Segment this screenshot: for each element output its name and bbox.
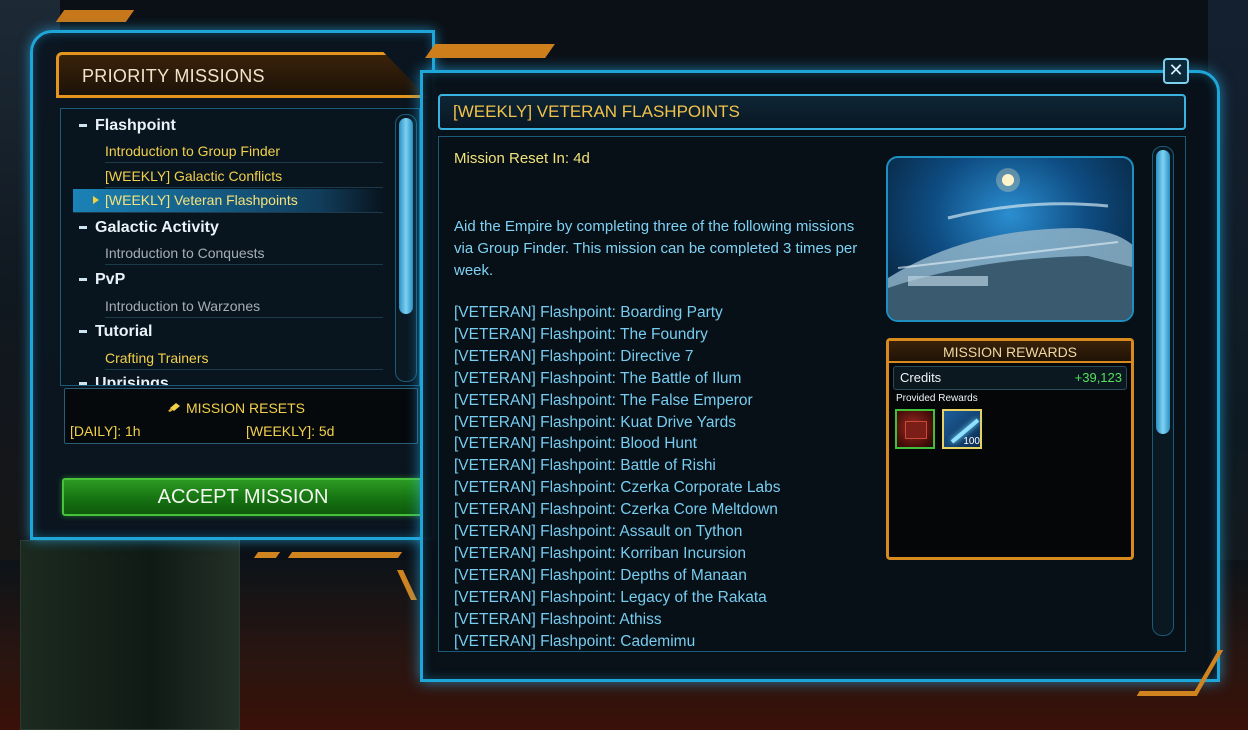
collapse-icon	[79, 278, 87, 282]
mission-item-veteran-flashpoints[interactable]: [WEEKLY] Veteran Flashpoints	[73, 189, 383, 213]
category-pvp[interactable]: PvP	[79, 271, 125, 289]
credits-value: +39,123	[1074, 370, 1122, 385]
crate-icon[interactable]	[895, 409, 935, 449]
category-flashpoint[interactable]: Flashpoint	[79, 117, 176, 135]
close-button[interactable]: ✕	[1163, 58, 1189, 84]
flashpoint-list-item: [VETERAN] Flashpoint: Cademimu	[454, 632, 696, 650]
flashpoint-list-item: [VETERAN] Flashpoint: The Foundry	[454, 325, 708, 343]
mission-item-galactic-conflicts[interactable]: [WEEKLY] Galactic Conflicts	[105, 168, 383, 188]
weekly-reset-timer: [WEEKLY]: 5d	[246, 423, 335, 439]
flashpoint-list-item: [VETERAN] Flashpoint: Directive 7	[454, 347, 694, 365]
collapse-icon	[79, 124, 87, 128]
crate-shape	[905, 421, 927, 439]
flashpoint-list-item: [VETERAN] Flashpoint: Boarding Party	[454, 304, 723, 321]
mission-item-intro-conquests[interactable]: Introduction to Conquests	[105, 245, 383, 265]
mission-rewards-title: MISSION REWARDS	[889, 341, 1131, 363]
mission-list[interactable]: Flashpoint Introduction to Group Finder …	[60, 108, 420, 386]
mission-item-intro-warzones[interactable]: Introduction to Warzones	[105, 298, 383, 318]
mission-title: [WEEKLY] VETERAN FLASHPOINTS	[453, 102, 740, 121]
category-galactic-activity[interactable]: Galactic Activity	[79, 219, 219, 237]
mission-reset-timer: Mission Reset In: 4d	[454, 150, 590, 167]
flashpoint-list-item: [VETERAN] Flashpoint: The False Emperor	[454, 391, 753, 409]
flashpoint-list-item: [VETERAN] Flashpoint: Athiss	[454, 610, 662, 628]
mission-list-scroll-thumb[interactable]	[399, 118, 413, 314]
starship-illustration	[888, 168, 1132, 320]
flashpoint-list: [VETERAN] Flashpoint: Boarding Party [VE…	[454, 302, 874, 653]
frame-decoration	[253, 552, 281, 558]
frame-decoration	[287, 552, 403, 558]
accept-mission-button[interactable]: ACCEPT MISSION	[62, 478, 424, 516]
frame-decoration	[425, 44, 555, 58]
flashpoint-list-item: [VETERAN] Flashpoint: Blood Hunt	[454, 435, 697, 453]
daily-reset-timer: [DAILY]: 1h	[70, 423, 141, 439]
collapse-icon	[79, 330, 87, 334]
flashpoint-list-item: [VETERAN] Flashpoint: Korriban Incursion	[454, 544, 747, 562]
mission-item-crafting-trainers[interactable]: Crafting Trainers	[105, 350, 383, 370]
description-scroll-thumb[interactable]	[1156, 150, 1170, 434]
flashpoint-list-item: [VETERAN] Flashpoint: Czerka Corporate L…	[454, 479, 781, 497]
mission-resets-title: MISSION RESETS	[186, 400, 306, 416]
provided-rewards-label: Provided Rewards	[896, 393, 978, 404]
mission-image	[886, 156, 1134, 322]
priority-missions-title: PRIORITY MISSIONS	[82, 66, 265, 86]
category-uprisings[interactable]: Uprisings	[79, 375, 169, 385]
flashpoint-list-item: [VETERAN] Flashpoint: Czerka Core Meltdo…	[454, 501, 778, 519]
reward-quantity: 100	[963, 436, 980, 447]
flashpoint-list-item: [VETERAN] Flashpoint: Kuat Drive Yards	[454, 413, 736, 431]
frame-decoration	[55, 10, 135, 22]
category-tutorial[interactable]: Tutorial	[79, 323, 152, 341]
flashpoint-list-item: [VETERAN] Flashpoint: Assault on Tython	[454, 523, 743, 541]
flashpoint-list-item: [VETERAN] Flashpoint: Legacy of the Raka…	[454, 588, 767, 606]
mission-item-intro-group-finder[interactable]: Introduction to Group Finder	[105, 143, 383, 163]
ticket-icon	[168, 403, 180, 412]
flashpoint-list-item: [VETERAN] Flashpoint: Battle of Rishi	[454, 457, 716, 475]
close-icon: ✕	[1168, 60, 1184, 81]
collapse-icon	[79, 226, 87, 230]
flashpoint-list-item: [VETERAN] Flashpoint: The Battle of Ilum	[454, 369, 742, 387]
flashpoint-list-item: [VETERAN] Flashpoint: Depths of Manaan	[454, 566, 747, 584]
collapse-icon	[79, 382, 87, 385]
background-machinery	[20, 540, 240, 730]
selected-arrow-icon	[93, 196, 99, 204]
credits-label: Credits	[900, 370, 942, 385]
mission-description: Aid the Empire by completing three of th…	[454, 218, 858, 279]
